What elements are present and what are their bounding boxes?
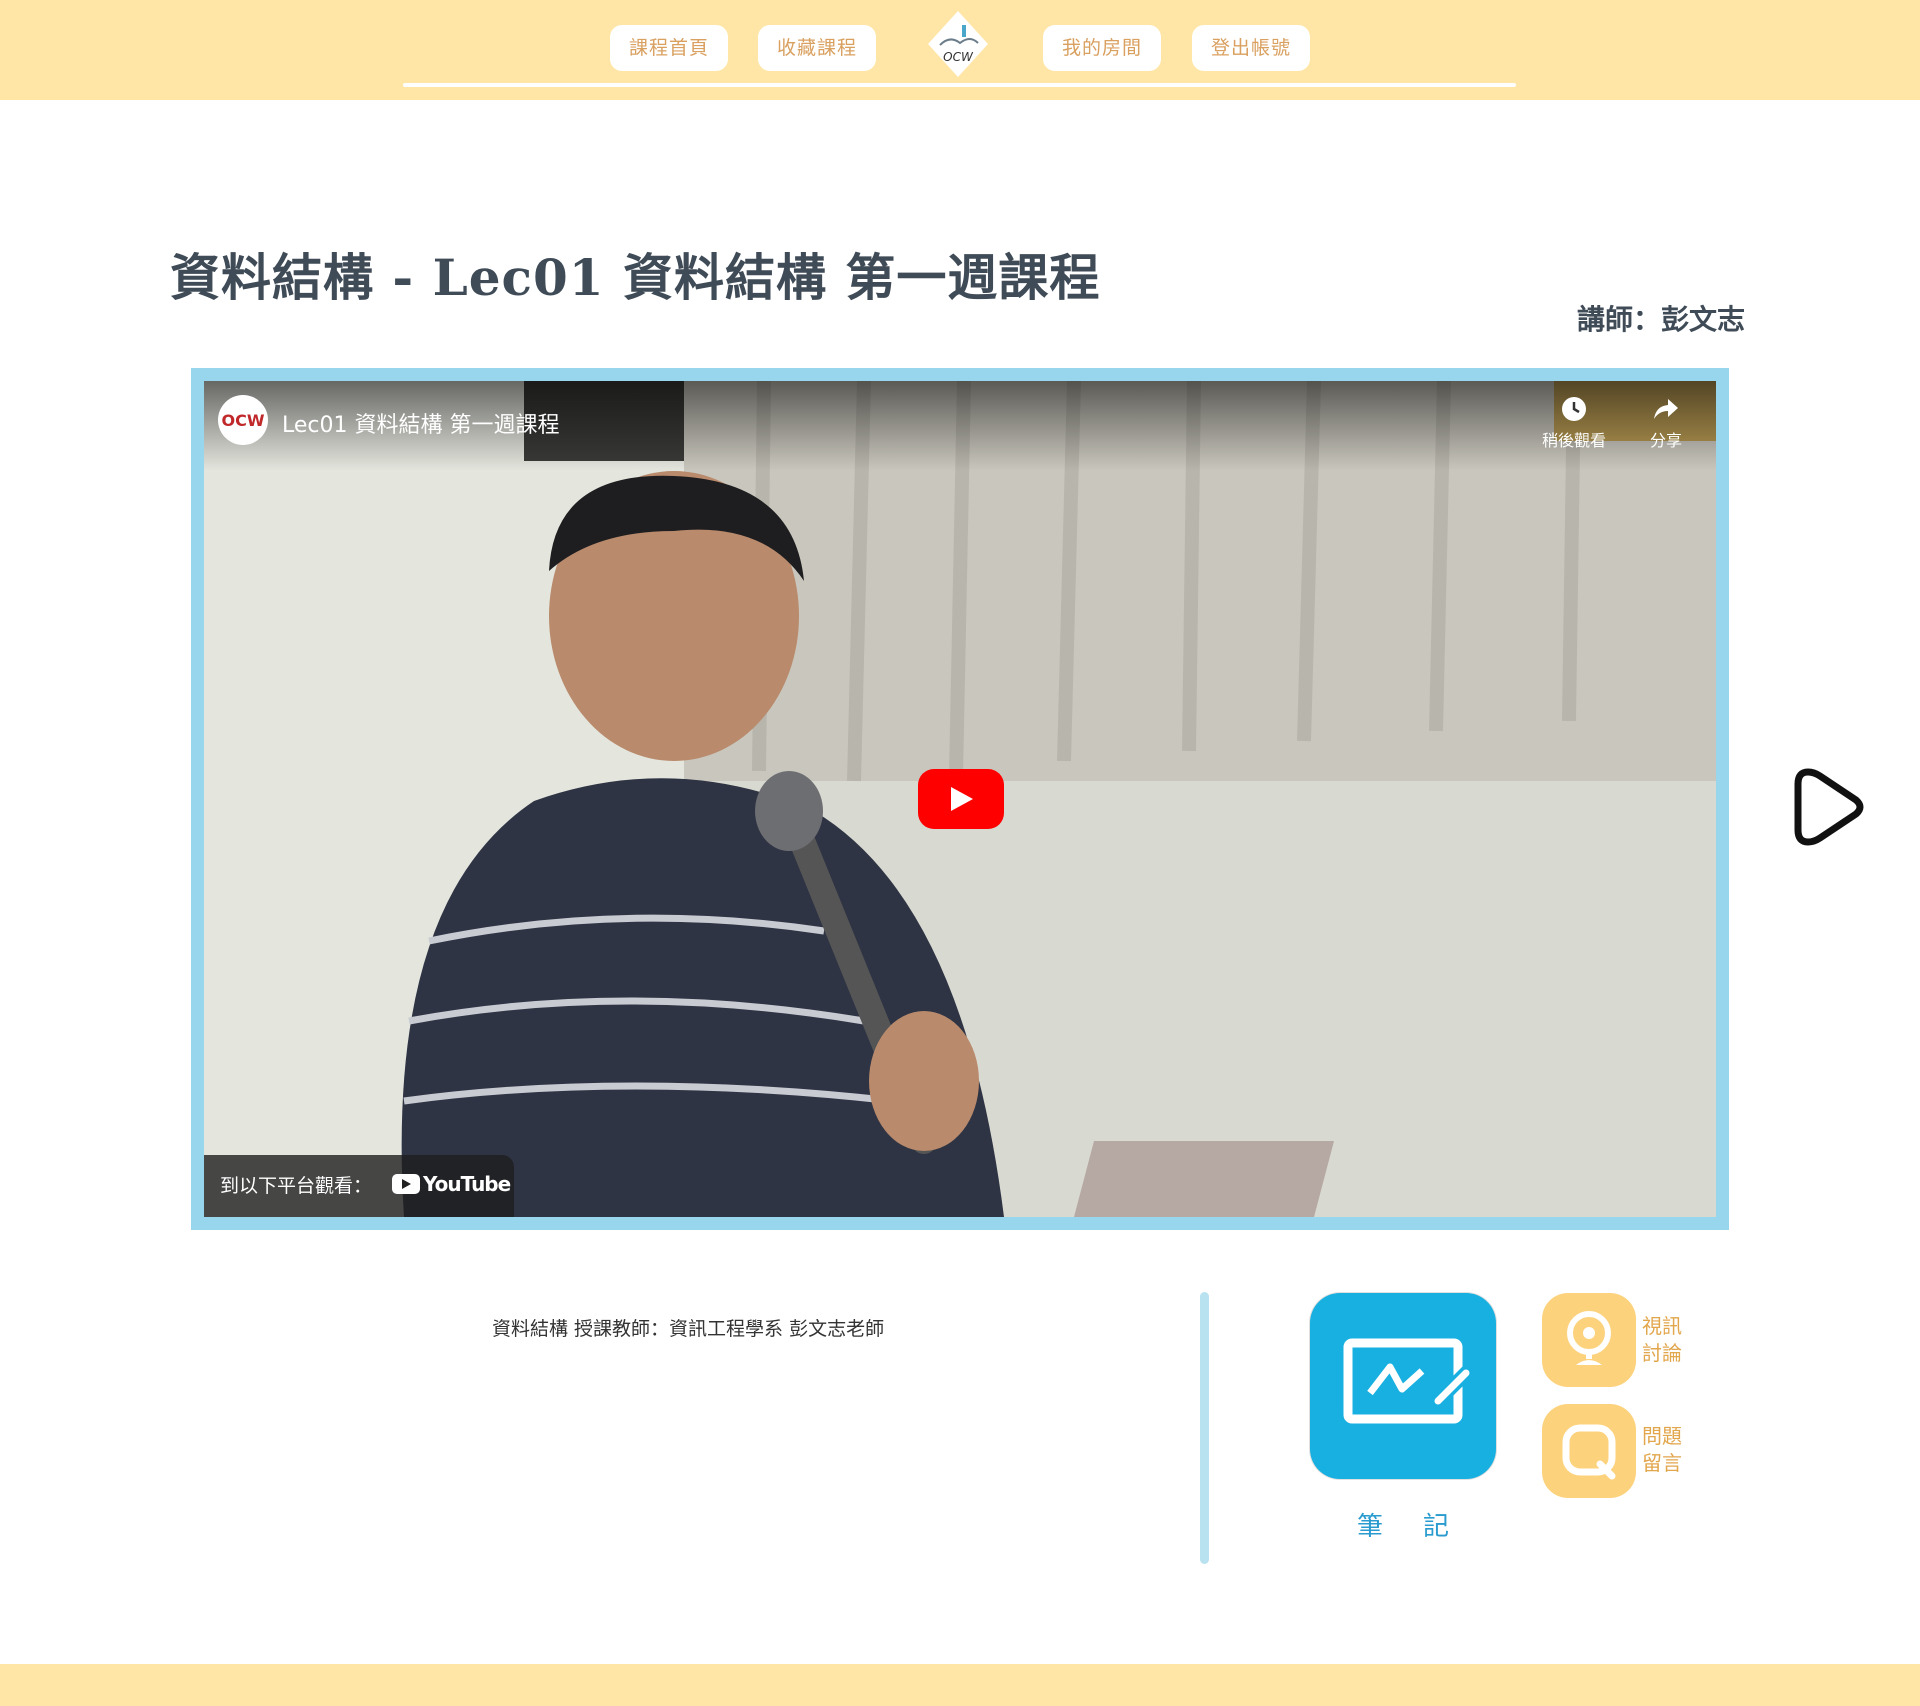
notes-button[interactable] bbox=[1310, 1293, 1496, 1479]
questions-label-line1: 問題 bbox=[1642, 1424, 1682, 1448]
instructor-label: 講師：彭文志 bbox=[1576, 303, 1745, 336]
watch-on-label: 到以下平台觀看： bbox=[220, 1175, 373, 1197]
youtube-play-icon bbox=[392, 1174, 420, 1194]
vertical-divider bbox=[1200, 1292, 1209, 1564]
course-description: 資料結構 授課教師：資訊工程學系 彭文志老師 bbox=[492, 1318, 885, 1340]
webcam-icon bbox=[1567, 1311, 1611, 1365]
share-arrow-icon bbox=[1654, 399, 1678, 419]
watch-later-label: 稍後觀看 bbox=[1541, 431, 1606, 450]
next-video-button[interactable] bbox=[1790, 764, 1870, 850]
watch-later-button[interactable]: 稍後觀看 bbox=[1534, 395, 1614, 451]
questions-button[interactable] bbox=[1542, 1404, 1636, 1498]
nav-underline bbox=[403, 83, 1516, 87]
youtube-video-player[interactable]: OCW Lec01 資料結構 第一週課程 稍後觀看 分享 到以下平台觀看： Yo… bbox=[204, 381, 1716, 1217]
footer-bar bbox=[0, 1664, 1920, 1706]
share-label: 分享 bbox=[1649, 431, 1682, 450]
video-discussion-label-line2: 討論 bbox=[1642, 1341, 1682, 1365]
nav-course-home-button[interactable]: 課程首頁 bbox=[610, 25, 728, 71]
youtube-wordmark: YouTube bbox=[423, 1172, 511, 1196]
questions-label-line2: 留言 bbox=[1642, 1451, 1682, 1475]
video-discussion-label[interactable]: 視訊 討論 bbox=[1642, 1313, 1686, 1367]
page-title: 資料結構 - Lec01 資料結構 第一週課程 bbox=[170, 248, 1101, 307]
channel-avatar[interactable]: OCW bbox=[218, 395, 268, 445]
questions-label[interactable]: 問題 留言 bbox=[1642, 1423, 1686, 1477]
nav-saved-courses-button[interactable]: 收藏課程 bbox=[758, 25, 876, 71]
video-discussion-label-line1: 視訊 bbox=[1642, 1314, 1682, 1338]
nav-my-room-button[interactable]: 我的房間 bbox=[1043, 25, 1161, 71]
ocw-logo-text: OCW bbox=[943, 50, 974, 64]
play-icon bbox=[951, 787, 973, 811]
youtube-logo: YouTube bbox=[392, 1172, 511, 1196]
video-frame: OCW Lec01 資料結構 第一週課程 稍後觀看 分享 到以下平台觀看： Yo… bbox=[191, 368, 1729, 1230]
q-bubble-icon bbox=[1562, 1424, 1616, 1480]
video-title-link[interactable]: Lec01 資料結構 第一週課程 bbox=[282, 407, 559, 439]
nav-logout-button[interactable]: 登出帳號 bbox=[1192, 25, 1310, 71]
share-button[interactable]: 分享 bbox=[1626, 395, 1706, 451]
top-navigation-bar: 課程首頁 收藏課程 OCW 我的房間 登出帳號 bbox=[0, 0, 1920, 100]
watch-on-youtube-link[interactable]: 到以下平台觀看： YouTube bbox=[204, 1155, 514, 1217]
play-button[interactable] bbox=[918, 769, 1004, 829]
chevron-play-outline-icon bbox=[1794, 768, 1864, 846]
video-discussion-button[interactable] bbox=[1542, 1293, 1636, 1387]
clock-icon bbox=[1562, 397, 1586, 421]
whiteboard-pen-icon bbox=[1343, 1338, 1473, 1424]
ocw-logo-icon: OCW bbox=[928, 11, 988, 77]
notes-label[interactable]: 筆記 bbox=[1310, 1506, 1496, 1543]
ocw-logo[interactable]: OCW bbox=[926, 9, 990, 79]
